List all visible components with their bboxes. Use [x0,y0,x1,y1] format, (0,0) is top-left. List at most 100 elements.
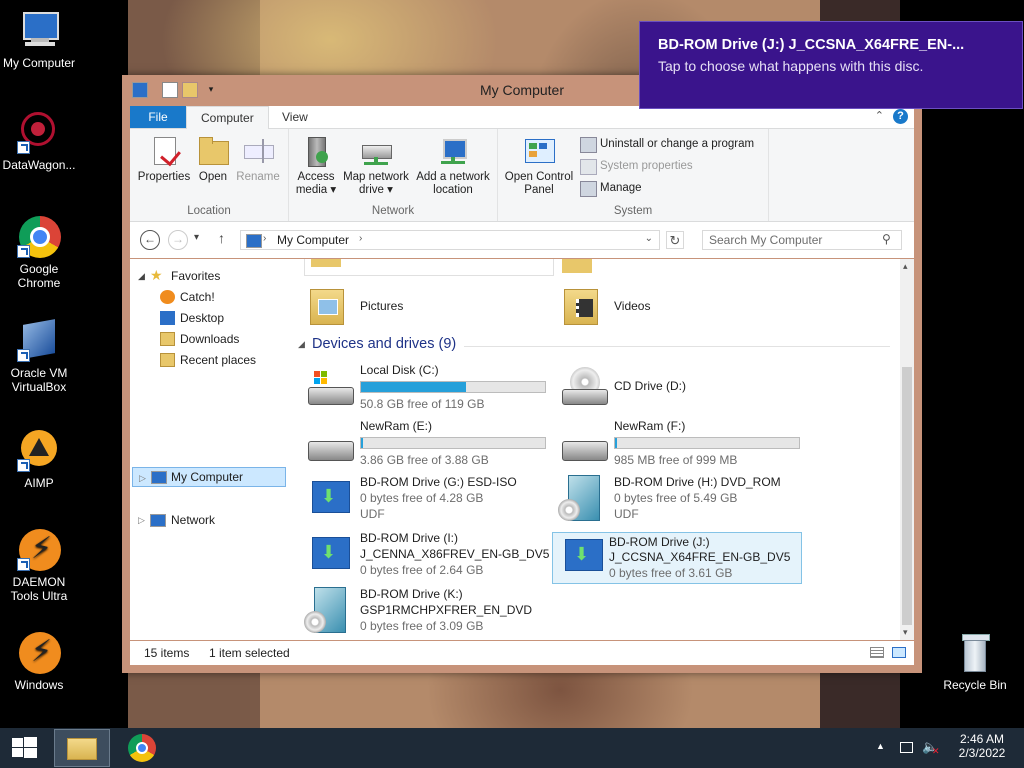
desktop-icon-aimp[interactable]: AIMP [0,428,78,490]
drive-d[interactable]: CD Drive (D:) [558,363,808,413]
properties-button[interactable]: Properties [136,135,192,184]
content-pane: Pictures Videos ◢ Devices and drives (9) [288,259,900,640]
programs-icon [580,137,597,153]
desktop-icon-my-computer[interactable]: My Computer [0,8,78,70]
network-drive-icon [360,135,392,167]
clock-date: 2/3/2022 [958,746,1006,760]
refresh-icon[interactable]: ↻ [666,231,684,249]
chevron-right-icon[interactable]: › [359,233,362,244]
nav-desktop[interactable]: Desktop [160,309,280,327]
nav-my-computer[interactable]: ▷ My Computer [132,467,286,487]
autoplay-toast[interactable]: BD-ROM Drive (J:) J_CCSNA_X64FRE_EN-... … [639,21,1023,109]
lightning-icon: ⚡ [17,527,61,571]
tab-file[interactable]: File [130,106,186,128]
system-properties-button[interactable]: System properties [580,157,693,175]
nav-downloads[interactable]: Downloads [160,330,280,348]
chevron-down-icon[interactable]: ⌄ [645,233,653,244]
scrollbar-thumb[interactable] [902,367,912,625]
videos-folder-icon [564,285,598,325]
tiles-view-icon[interactable] [892,647,906,658]
start-button[interactable] [10,736,38,760]
clock[interactable]: 2:46 AM 2/3/2022 [952,732,1012,760]
tab-computer[interactable]: Computer [186,106,269,129]
scroll-down-arrow-icon[interactable]: ▾ [903,627,908,638]
virtualbox-icon [17,318,61,362]
up-arrow-icon[interactable]: ↑ [218,230,225,246]
desktop-icon-virtualbox[interactable]: Oracle VM VirtualBox [0,318,78,394]
devices-header[interactable]: Devices and drives (9) [312,336,456,352]
media-server-icon [300,135,332,167]
nav-favorites[interactable]: ◢ ★ Favorites [138,267,278,285]
collapse-arrow-icon[interactable]: ◢ [298,339,305,350]
show-hidden-icons-chevron-icon[interactable]: ▲ [876,741,885,751]
forward-button[interactable]: → [168,230,188,250]
map-network-drive-button[interactable]: Map network drive ▾ [339,135,413,197]
desktop-icon-chrome[interactable]: Google Chrome [0,214,78,290]
folder-icon [197,135,229,167]
drive-e[interactable]: NewRam (E:) 3.86 GB free of 3.88 GB [304,419,554,469]
properties-icon [148,135,181,167]
back-button[interactable]: ← [140,230,160,250]
drive-f[interactable]: NewRam (F:) 985 MB free of 999 MB [558,419,808,469]
uninstall-program-button[interactable]: Uninstall or change a program [580,135,754,153]
chrome-icon[interactable] [128,734,156,762]
disc-icon [304,611,326,633]
add-network-location-button[interactable]: Add a network location [413,135,493,197]
folder-pictures[interactable]: Pictures [304,283,544,331]
chevron-up-icon[interactable]: ⌃ [875,109,884,122]
details-view-icon[interactable] [870,647,884,658]
vertical-scrollbar[interactable]: ▴ ▾ [900,259,914,640]
desktop-icon-recycle-bin[interactable]: Recycle Bin [936,630,1014,692]
rename-button[interactable]: Rename [234,135,282,184]
drive-c[interactable]: Local Disk (C:) 50.8 GB free of 119 GB [304,363,554,413]
datawagon-icon [17,110,61,154]
toast-title: BD-ROM Drive (J:) J_CCSNA_X64FRE_EN-... [658,37,965,53]
header-divider [464,346,890,347]
desktop-icon-datawagon[interactable]: DataWagon... [0,110,78,172]
recent-locations-chevron-icon[interactable]: ▾ [194,232,199,243]
hard-drive-icon [308,423,354,463]
desktop-icon-windows[interactable]: ⚡ Windows [0,630,78,692]
hard-drive-icon [562,423,608,463]
drive-k[interactable]: BD-ROM Drive (K:) GSP1RMCHPXFRER_EN_DVD … [304,587,554,637]
manage-button[interactable]: Manage [580,179,642,197]
address-path[interactable]: My Computer [277,233,349,247]
folder-videos[interactable]: Videos [558,283,798,331]
drive-i[interactable]: ⬇ BD-ROM Drive (I:) J_CENNA_X86FREV_EN-G… [304,531,554,581]
drive-g[interactable]: ⬇ BD-ROM Drive (G:) ESD-ISO 0 bytes free… [304,475,554,525]
bd-rom-icon: ⬇ [312,481,350,513]
search-input[interactable]: Search My Computer [702,230,902,250]
ribbon-group-network: Access media ▾ Map network drive ▾ Add a… [289,129,498,221]
desktop-icon-daemon[interactable]: ⚡ DAEMON Tools Ultra [0,527,78,603]
disc-icon [558,499,580,521]
search-icon[interactable]: ⚲ [882,232,891,246]
drive-h[interactable]: BD-ROM Drive (H:) DVD_ROM 0 bytes free o… [558,475,808,525]
expand-arrow-icon[interactable]: ◢ [138,267,145,285]
open-button[interactable]: Open [196,135,230,184]
folder-icon[interactable] [562,259,592,273]
navigation-pane: ◢ ★ Favorites Catch! Desktop Downloads R… [130,259,288,640]
help-icon[interactable]: ? [893,109,908,124]
partial-item[interactable] [304,259,554,276]
explorer-window[interactable]: ▾ My Computer File Computer View ⌃ ? Pro… [122,75,922,673]
network-status-icon[interactable] [900,742,913,753]
address-bar[interactable]: › My Computer › ⌄ [240,230,660,250]
tab-view[interactable]: View [268,106,322,128]
expand-arrow-icon[interactable]: ▷ [139,469,146,487]
taskbar-explorer-button[interactable] [54,729,110,767]
control-panel-icon [523,135,555,167]
open-control-panel-button[interactable]: Open Control Panel [502,135,576,197]
drive-j-selected[interactable]: ⬇ BD-ROM Drive (J:) J_CCSNA_X64FRE_EN-GB… [552,532,802,584]
status-bar: 15 items 1 item selected [130,641,914,665]
access-media-button[interactable]: Access media ▾ [293,135,339,197]
nav-catch[interactable]: Catch! [160,288,280,306]
desktop: My Computer DataWagon... Google Chrome O… [0,0,1024,728]
nav-network[interactable]: ▷ Network [138,511,278,529]
computer-icon [17,8,61,52]
rename-icon [242,135,274,167]
scroll-up-arrow-icon[interactable]: ▴ [903,261,908,272]
chevron-down-icon: ▾ [387,184,393,196]
expand-arrow-icon[interactable]: ▷ [138,511,145,529]
nav-recent-places[interactable]: Recent places [160,351,280,369]
folder-icon [67,738,97,760]
